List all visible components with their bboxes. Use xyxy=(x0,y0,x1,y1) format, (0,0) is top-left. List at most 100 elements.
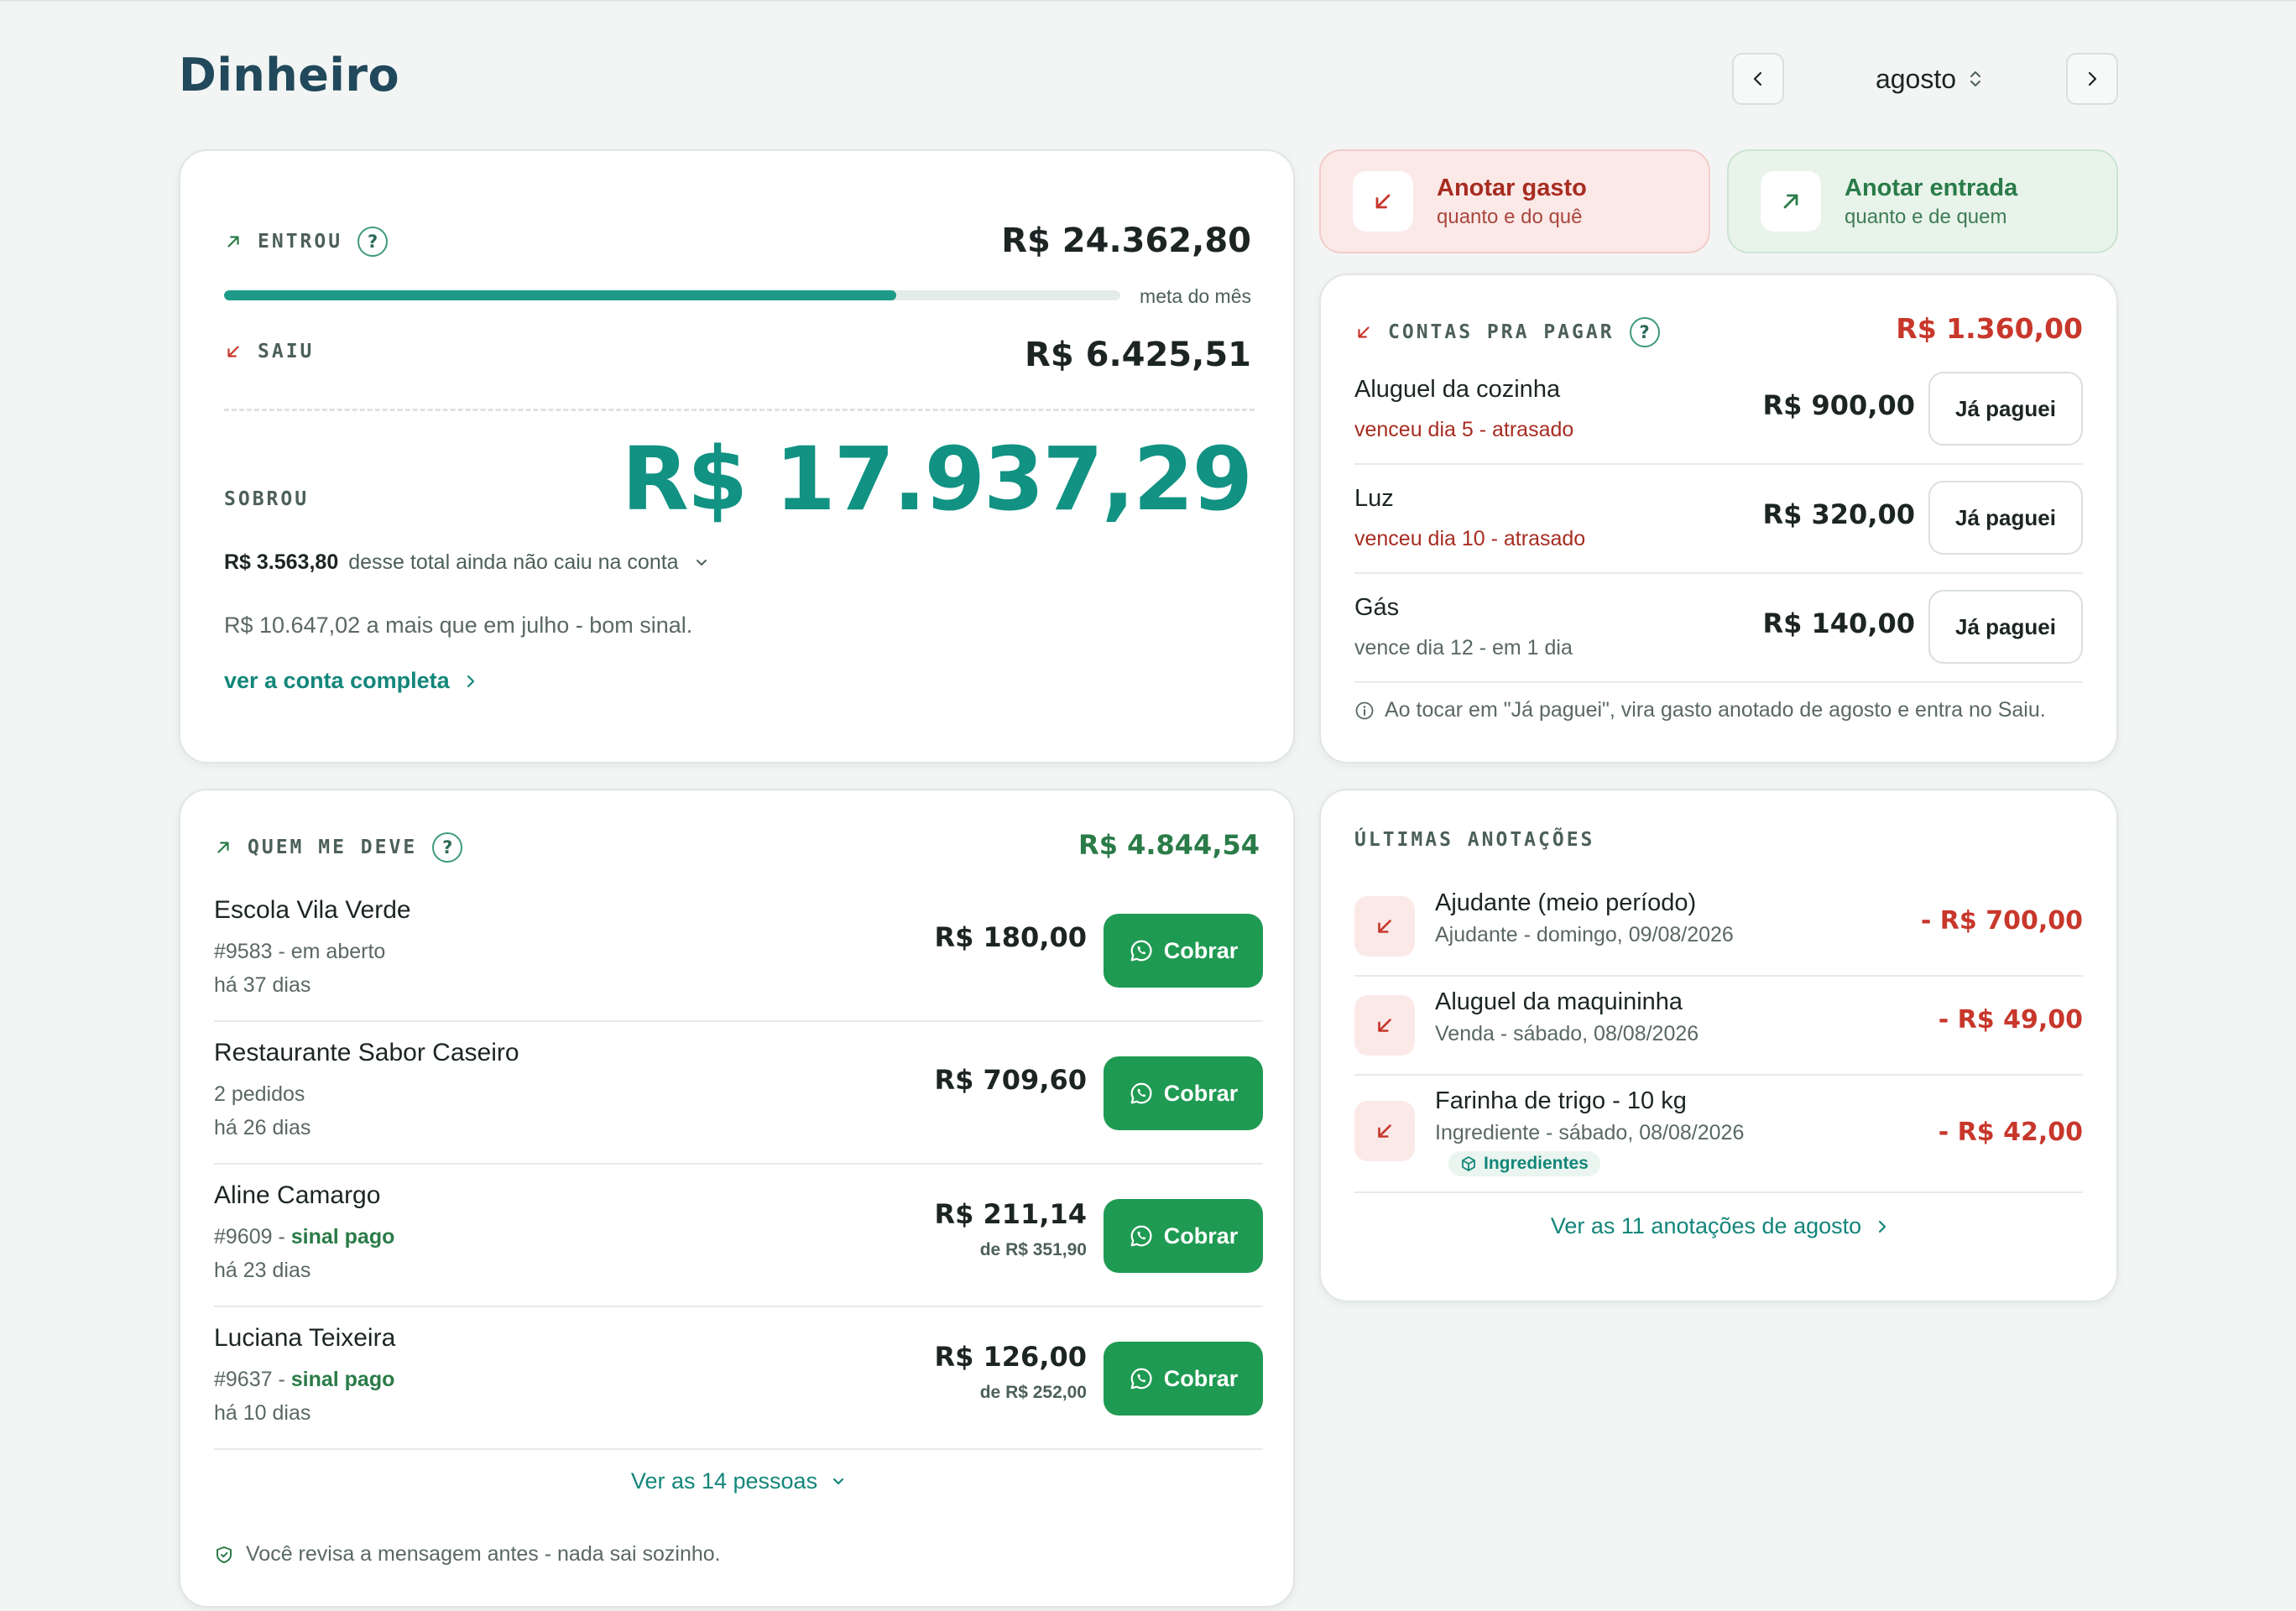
chevron-down-icon xyxy=(696,559,707,566)
bill-name: Luz xyxy=(1354,485,1394,512)
top-divider xyxy=(0,0,2296,2)
sobrou-label: SOBROU xyxy=(224,488,310,510)
help-icon[interactable]: ? xyxy=(1629,317,1660,347)
show-all-people-link[interactable]: Ver as 14 pessoas xyxy=(180,1468,1297,1494)
chevron-left-icon xyxy=(1753,71,1762,86)
whatsapp-icon xyxy=(1130,1225,1152,1247)
entry-detail: Ajudante - domingo, 09/08/2026 xyxy=(1435,923,1734,946)
debtor-age: há 26 dias xyxy=(214,1116,311,1139)
sort-icon xyxy=(1970,71,1981,86)
entry-value: - R$ 700,00 xyxy=(1920,906,2083,936)
add-income-button[interactable]: Anotar entrada quanto e de quem xyxy=(1727,149,2118,253)
debtor-name: Luciana Teixeira xyxy=(214,1324,396,1352)
debtor-value: R$ 211,14 xyxy=(934,1198,1087,1230)
bill-name: Aluguel da cozinha xyxy=(1354,376,1561,403)
entrou-value: R$ 24.362,80 xyxy=(1001,222,1251,260)
saiu-label: SAIU xyxy=(258,341,315,362)
chevron-right-icon xyxy=(1879,1220,1886,1233)
sobrou-value: R$ 17.937,29 xyxy=(621,428,1253,530)
debtor-row: Restaurante Sabor Caseiro 2 pedidos há 2… xyxy=(214,1022,1263,1165)
receivables-header: QUEM ME DEVE ? xyxy=(214,832,463,863)
full-account-link-label: ver a conta completa xyxy=(224,668,450,693)
debtor-detail: #9637 - sinal pago xyxy=(214,1368,394,1392)
arrow-down-left-icon xyxy=(227,346,239,357)
debtor-row: Escola Vila Verde #9583 - em aberto há 3… xyxy=(214,879,1263,1022)
receivables-note-text: Você revisa a mensagem antes - nada sai … xyxy=(246,1542,721,1566)
recent-entries-card: ÚLTIMAS ANOTAÇÕES Ajudante (meio período… xyxy=(1319,789,2118,1302)
expense-icon-box xyxy=(1354,896,1415,957)
debtor-row: Luciana Teixeira #9637 - sinal pago há 1… xyxy=(214,1307,1263,1450)
arrow-down-left-icon xyxy=(1378,920,1391,933)
entry-row[interactable]: Ajudante (meio período) Ajudante - domin… xyxy=(1354,878,2083,977)
help-icon[interactable]: ? xyxy=(432,832,463,863)
add-income-subtitle: quanto e de quem xyxy=(1845,205,2007,228)
arrow-up-right-icon xyxy=(217,842,229,853)
receivables-note: Você revisa a mensagem antes - nada sai … xyxy=(214,1542,721,1567)
mark-paid-button[interactable]: Já paguei xyxy=(1928,590,2083,664)
bill-due: vence dia 12 - em 1 dia xyxy=(1354,636,1573,660)
show-all-people-label: Ver as 14 pessoas xyxy=(630,1468,818,1494)
help-icon[interactable]: ? xyxy=(357,227,389,257)
charge-button[interactable]: Cobrar xyxy=(1104,1199,1263,1273)
bills-card: CONTAS PRA PAGAR ? R$ 1.360,00 Aluguel d… xyxy=(1319,274,2118,764)
goal-progress-bar xyxy=(224,290,1120,300)
debtor-status: sinal pago xyxy=(290,1368,395,1391)
entry-row[interactable]: Aluguel da maquininha Venda - sábado, 08… xyxy=(1354,977,2083,1076)
add-expense-button[interactable]: Anotar gasto quanto e do quê xyxy=(1319,149,1710,253)
charge-button-label: Cobrar xyxy=(1163,1080,1239,1106)
debtor-order: #9637 - xyxy=(214,1368,291,1391)
entry-row[interactable]: Farinha de trigo - 10 kg Ingrediente - s… xyxy=(1354,1076,2083,1193)
pending-toggle[interactable]: R$ 3.563,80 desse total ainda não caiu n… xyxy=(224,550,709,575)
arrow-down-left-icon xyxy=(1378,1019,1391,1032)
debtor-detail: #9609 - sinal pago xyxy=(214,1225,394,1249)
debtor-total: de R$ 351,90 xyxy=(979,1240,1087,1259)
info-icon xyxy=(1355,701,1374,719)
arrow-up-right-icon xyxy=(1783,194,1798,209)
saiu-header: SAIU xyxy=(224,341,314,362)
debtor-order: #9583 - em aberto xyxy=(214,940,386,963)
shield-icon xyxy=(217,1546,232,1563)
show-all-entries-link[interactable]: Ver as 11 anotações de agosto xyxy=(1321,1213,2120,1239)
bills-note: Ao tocar em "Já paguei", vira gasto anot… xyxy=(1354,698,2046,722)
month-select[interactable]: agosto xyxy=(1866,60,1992,98)
mark-paid-button[interactable]: Já paguei xyxy=(1928,372,2083,446)
debtor-order: 2 pedidos xyxy=(214,1082,305,1106)
bill-row: Aluguel da cozinha venceu dia 5 - atrasa… xyxy=(1354,356,2083,465)
debtor-detail: 2 pedidos xyxy=(214,1082,305,1107)
income-icon-box xyxy=(1761,171,1821,232)
charge-button[interactable]: Cobrar xyxy=(1104,1056,1263,1130)
debtor-age: há 37 dias xyxy=(214,973,311,997)
charge-button-label: Cobrar xyxy=(1163,1223,1239,1249)
previous-month-button[interactable] xyxy=(1732,53,1784,105)
summary-card: ENTROU ? R$ 24.362,80 meta do mês SAIU R… xyxy=(179,149,1295,764)
debtor-value: R$ 709,60 xyxy=(934,1064,1087,1096)
chevron-down-icon xyxy=(832,1478,844,1484)
next-month-button[interactable] xyxy=(2066,53,2118,105)
category-tag-label: Ingredientes xyxy=(1484,1154,1589,1173)
chevron-right-icon xyxy=(2088,71,2097,86)
mark-paid-button[interactable]: Já paguei xyxy=(1928,481,2083,555)
debtor-age: há 23 dias xyxy=(214,1259,311,1282)
debtor-name: Aline Camargo xyxy=(214,1181,381,1209)
month-comparison: R$ 10.647,02 a mais que em julho - bom s… xyxy=(224,613,693,638)
goal-progress-fill xyxy=(224,290,896,300)
bill-due: venceu dia 10 - atrasado xyxy=(1354,527,1586,550)
entry-name: Farinha de trigo - 10 kg xyxy=(1435,1087,1687,1114)
add-income-title: Anotar entrada xyxy=(1845,174,2018,201)
bill-value: R$ 900,00 xyxy=(1762,389,1915,421)
debtor-order: #9609 - xyxy=(214,1225,291,1249)
box-icon xyxy=(1462,1156,1475,1171)
add-expense-title: Anotar gasto xyxy=(1437,174,1587,201)
entry-value: - R$ 49,00 xyxy=(1938,1005,2083,1035)
charge-button[interactable]: Cobrar xyxy=(1104,1342,1263,1415)
expense-icon-box xyxy=(1354,1101,1415,1161)
whatsapp-icon xyxy=(1130,1082,1152,1104)
debtor-value: R$ 180,00 xyxy=(934,921,1087,953)
add-expense-subtitle: quanto e do quê xyxy=(1437,205,1583,228)
bill-value: R$ 140,00 xyxy=(1762,607,1915,639)
whatsapp-icon xyxy=(1130,940,1152,962)
arrow-up-right-icon xyxy=(227,236,239,248)
charge-button[interactable]: Cobrar xyxy=(1104,914,1263,988)
category-tag: Ingredientes xyxy=(1448,1151,1600,1176)
full-account-link[interactable]: ver a conta completa xyxy=(224,668,478,694)
